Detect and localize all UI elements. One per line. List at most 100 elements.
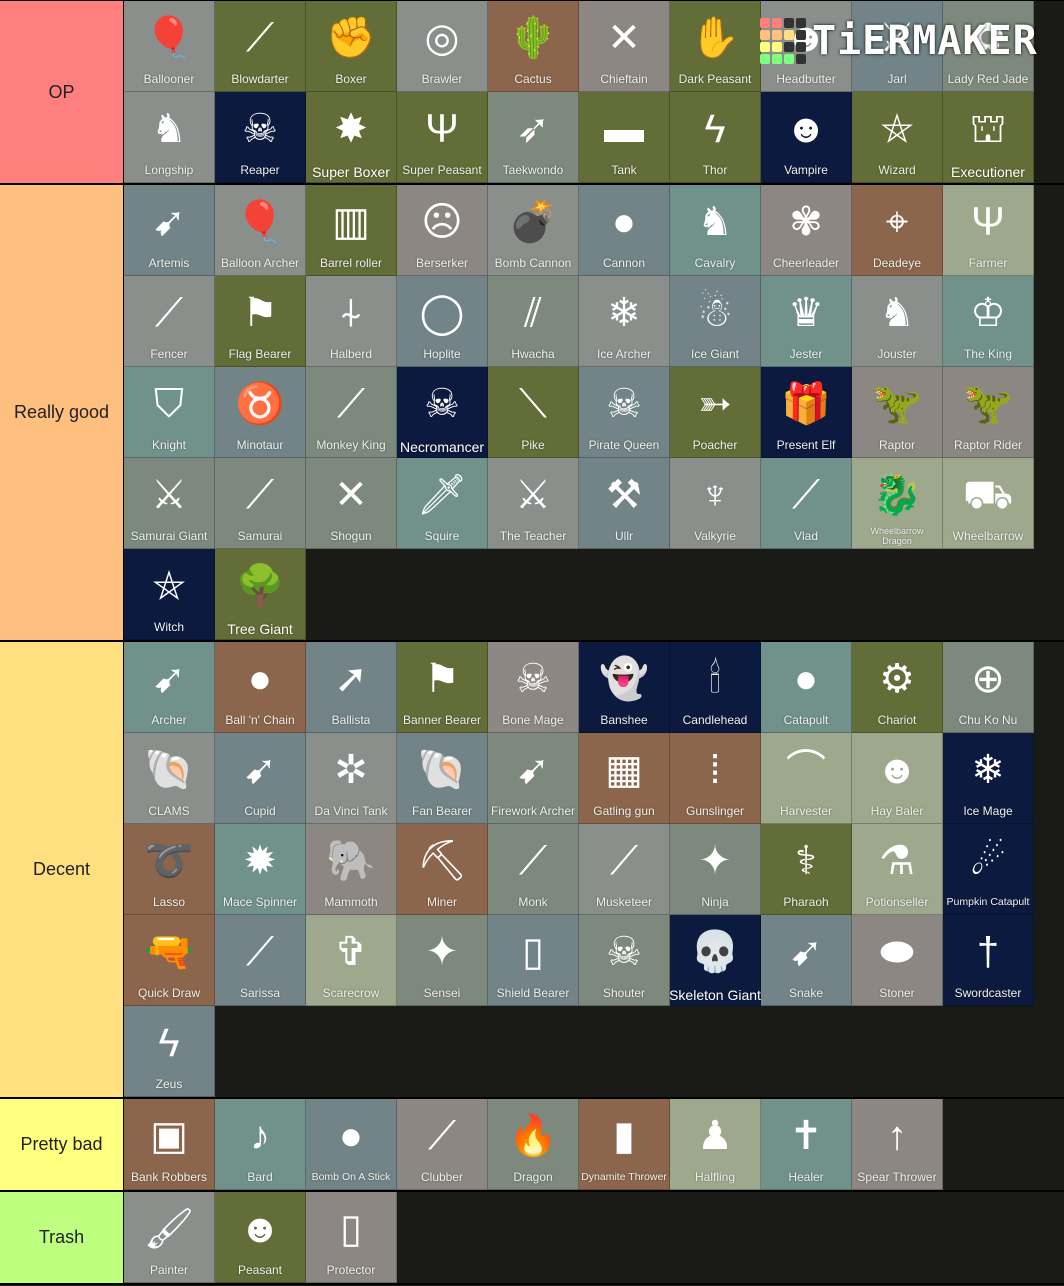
unit-card[interactable]: ♞ Longship (124, 92, 215, 183)
unit-card[interactable]: ● Cannon (579, 185, 670, 276)
unit-card[interactable]: 🎈 Balloon Archer (215, 185, 306, 276)
tier-label[interactable]: OP (0, 1, 124, 183)
unit-card[interactable]: ☹ Berserker (397, 185, 488, 276)
unit-card[interactable]: ☻ Hay Baler (852, 733, 943, 824)
unit-card[interactable]: ♪ Bard (215, 1099, 306, 1190)
unit-card[interactable]: ➶ Taekwondo (488, 92, 579, 183)
unit-card[interactable]: ⛉ Knight (124, 367, 215, 458)
unit-card[interactable]: ▯ Protector (306, 1192, 397, 1283)
unit-card[interactable]: ☠ Bone Mage (488, 642, 579, 733)
unit-card[interactable]: ⟋ Fencer (124, 276, 215, 367)
unit-card[interactable]: ➹ Cupid (215, 733, 306, 824)
unit-card[interactable]: ● Catapult (761, 642, 852, 733)
unit-card[interactable]: ▥ Barrel roller (306, 185, 397, 276)
unit-card[interactable]: ✹ Mace Spinner (215, 824, 306, 915)
unit-card[interactable]: ➰ Lasso (124, 824, 215, 915)
unit-card[interactable]: ⌒ Harvester (761, 733, 852, 824)
unit-card[interactable]: ⟋ Vlad (761, 458, 852, 549)
unit-card[interactable]: ▬ Tank (579, 92, 670, 183)
unit-card[interactable]: ▣ Bank Robbers (124, 1099, 215, 1190)
unit-card[interactable]: ● Bomb On A Stick (306, 1099, 397, 1190)
unit-card[interactable]: ⛤ Witch (124, 549, 215, 640)
unit-card[interactable]: ⁞ Gunslinger (670, 733, 761, 824)
unit-card[interactable]: ⛏ Miner (397, 824, 488, 915)
unit-card[interactable]: ◎ Brawler (397, 1, 488, 92)
unit-card[interactable]: ⟍ Pike (488, 367, 579, 458)
unit-card[interactable]: ⚑ Flag Bearer (215, 276, 306, 367)
unit-card[interactable]: ⟋ Clubber (397, 1099, 488, 1190)
unit-card[interactable]: ⚙ Chariot (852, 642, 943, 733)
unit-card[interactable]: ➹ Firework Archer (488, 733, 579, 824)
unit-card[interactable]: Ψ Super Peasant (397, 92, 488, 183)
unit-card[interactable]: ⟋ Samurai (215, 458, 306, 549)
unit-card[interactable]: ➹ Snake (761, 915, 852, 1006)
unit-card[interactable]: ⊕ Chu Ko Nu (943, 642, 1034, 733)
unit-card[interactable]: 🐚 CLAMS (124, 733, 215, 824)
unit-card[interactable]: ⛫ Executioner (943, 92, 1034, 183)
unit-card[interactable]: ☠ Pirate Queen (579, 367, 670, 458)
unit-card[interactable]: ⚔ Samurai Giant (124, 458, 215, 549)
unit-card[interactable]: ▦ Gatling gun (579, 733, 670, 824)
unit-card[interactable]: 🌵 Cactus (488, 1, 579, 92)
unit-card[interactable]: ϟ Thor (670, 92, 761, 183)
unit-card[interactable]: ➳ Poacher (670, 367, 761, 458)
unit-card[interactable]: ◯ Hoplite (397, 276, 488, 367)
unit-card[interactable]: ✦ Sensei (397, 915, 488, 1006)
unit-card[interactable]: ♞ Jouster (852, 276, 943, 367)
unit-card[interactable]: ⍭ Halberd (306, 276, 397, 367)
unit-card[interactable]: ☠ Reaper (215, 92, 306, 183)
unit-card[interactable]: ✕ Chieftain (579, 1, 670, 92)
unit-card[interactable]: 🦖 Raptor Rider (943, 367, 1034, 458)
unit-card[interactable]: ⚗ Potionseller (852, 824, 943, 915)
unit-card[interactable]: 🐘 Mammoth (306, 824, 397, 915)
unit-card[interactable]: ✿ Lady Red Jade (943, 1, 1034, 92)
unit-card[interactable]: ♆ Valkyrie (670, 458, 761, 549)
unit-card[interactable]: 🐉 Wheelbarrow Dragon (852, 458, 943, 549)
unit-card[interactable]: ✦ Ninja (670, 824, 761, 915)
unit-card[interactable]: ✲ Da Vinci Tank (306, 733, 397, 824)
unit-card[interactable]: ☻ Vampire (761, 92, 852, 183)
unit-card[interactable]: ⚔ Jarl (852, 1, 943, 92)
unit-card[interactable]: 🗡 Squire (397, 458, 488, 549)
unit-card[interactable]: ☃ Ice Giant (670, 276, 761, 367)
unit-card[interactable]: ✕ Shogun (306, 458, 397, 549)
unit-card[interactable]: ⟋ Monkey King (306, 367, 397, 458)
unit-card[interactable]: ♉ Minotaur (215, 367, 306, 458)
unit-card[interactable]: ❄ Ice Mage (943, 733, 1034, 824)
unit-card[interactable]: ☠ Shouter (579, 915, 670, 1006)
unit-card[interactable]: ⚒ Ullr (579, 458, 670, 549)
unit-card[interactable]: ✸ Super Boxer (306, 92, 397, 183)
unit-card[interactable]: ⫽ Hwacha (488, 276, 579, 367)
unit-card[interactable]: ⌖ Deadeye (852, 185, 943, 276)
unit-card[interactable]: ⟋ Sarissa (215, 915, 306, 1006)
unit-card[interactable]: 🎈 Ballooner (124, 1, 215, 92)
unit-card[interactable]: 💀 Skeleton Giant (669, 915, 761, 1006)
unit-card[interactable]: 🕯 Candlehead (670, 642, 761, 733)
tier-label[interactable]: Pretty bad (0, 1099, 124, 1190)
unit-card[interactable]: ✊ Boxer (306, 1, 397, 92)
unit-card[interactable]: ✞ Scarecrow (306, 915, 397, 1006)
unit-card[interactable]: ϟ Zeus (124, 1006, 215, 1097)
unit-card[interactable]: ⚑ Banner Bearer (397, 642, 488, 733)
unit-card[interactable]: ♞ Cavalry (670, 185, 761, 276)
unit-card[interactable]: ⟋ Blowdarter (215, 1, 306, 92)
unit-card[interactable]: ✝ Healer (761, 1099, 852, 1190)
unit-card[interactable]: ☻ Peasant (215, 1192, 306, 1283)
unit-card[interactable]: ☄ Pumpkin Catapult (943, 824, 1034, 915)
unit-card[interactable]: ↑ Spear Thrower (852, 1099, 943, 1190)
unit-card[interactable]: ♟ Halfling (670, 1099, 761, 1190)
unit-card[interactable]: ▯ Shield Bearer (488, 915, 579, 1006)
unit-card[interactable]: ✋ Dark Peasant (670, 1, 761, 92)
unit-card[interactable]: ♔ The King (943, 276, 1034, 367)
unit-card[interactable]: ☻ Headbutter (761, 1, 852, 92)
unit-card[interactable]: ⛤ Wizard (852, 92, 943, 183)
unit-card[interactable]: 🦖 Raptor (852, 367, 943, 458)
unit-card[interactable]: ⟋ Monk (488, 824, 579, 915)
tier-label[interactable]: Trash (0, 1192, 124, 1283)
unit-card[interactable]: ❄ Ice Archer (579, 276, 670, 367)
tier-label[interactable]: Decent (0, 642, 124, 1097)
unit-card[interactable]: Ψ Farmer (943, 185, 1034, 276)
unit-card[interactable]: 🔥 Dragon (488, 1099, 579, 1190)
tier-label[interactable]: Really good (0, 185, 124, 640)
unit-card[interactable]: 💣 Bomb Cannon (488, 185, 579, 276)
